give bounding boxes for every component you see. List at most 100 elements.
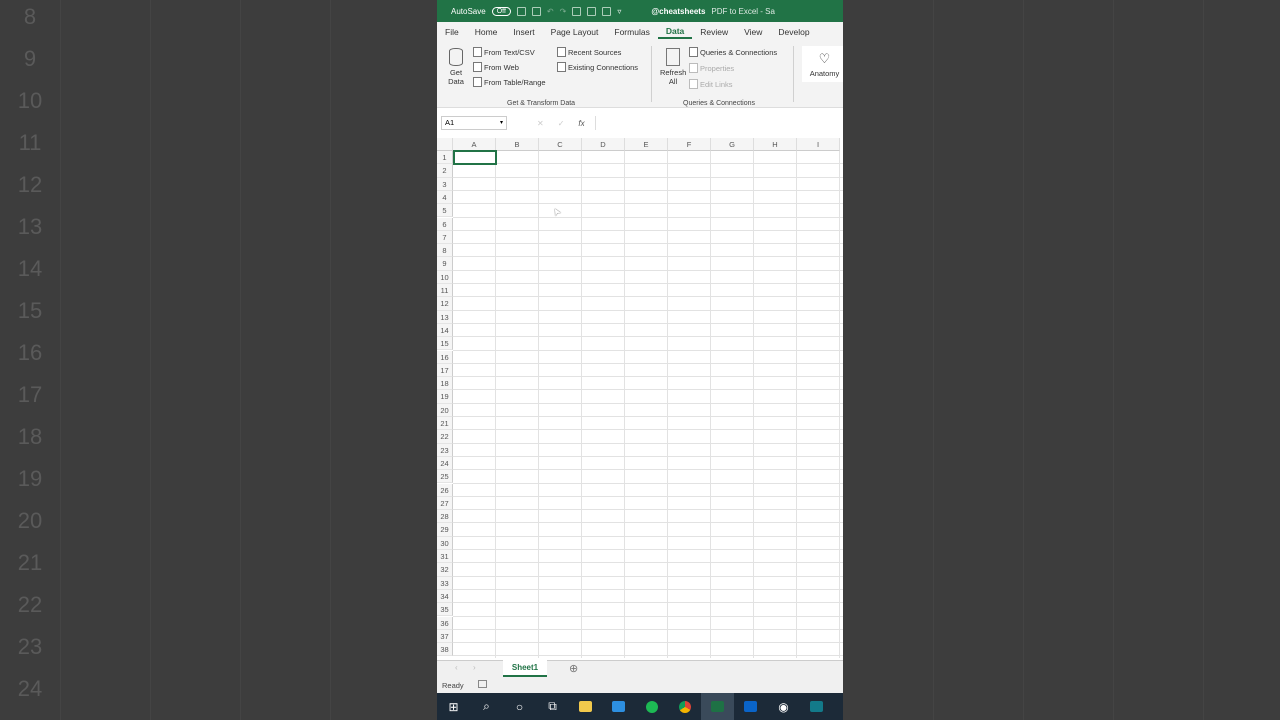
row-header-15[interactable]: 15 [437, 337, 453, 351]
row-header-22[interactable]: 22 [437, 430, 453, 444]
queries-connections-button[interactable]: Queries & Connections [689, 47, 777, 57]
row-header-7[interactable]: 7 [437, 230, 453, 245]
column-header-G[interactable]: G [711, 138, 754, 151]
redo-icon[interactable]: ↷ [560, 7, 567, 16]
row-header-8[interactable]: 8 [437, 244, 453, 258]
row-header-23[interactable]: 23 [437, 443, 453, 457]
row-header-27[interactable]: 27 [437, 496, 453, 511]
row-header-31[interactable]: 31 [437, 550, 453, 564]
row-header-14[interactable]: 14 [437, 323, 453, 338]
row-header-34[interactable]: 34 [437, 589, 453, 604]
row-header-16[interactable]: 16 [437, 350, 453, 364]
save-icon[interactable] [516, 6, 526, 16]
row-header-36[interactable]: 36 [437, 616, 453, 630]
column-header-I[interactable]: I [797, 138, 840, 151]
row-header-21[interactable]: 21 [437, 417, 453, 431]
pdf-icon[interactable] [587, 6, 597, 16]
row-header-6[interactable]: 6 [437, 217, 453, 231]
new-file-icon[interactable] [572, 6, 582, 16]
open-folder-icon[interactable] [602, 6, 612, 16]
tab-formulas[interactable]: Formulas [606, 27, 657, 37]
accessibility-icon[interactable] [477, 680, 487, 688]
enter-icon[interactable]: ✓ [558, 119, 565, 128]
edit-links-button[interactable]: Edit Links [689, 79, 733, 89]
row-header-12[interactable]: 12 [437, 297, 453, 311]
row-header-13[interactable]: 13 [437, 310, 453, 324]
insert-function-icon[interactable]: fx [578, 119, 584, 128]
scroll-left-icon[interactable]: ‹ [455, 663, 458, 672]
column-header-D[interactable]: D [582, 138, 625, 151]
tab-data[interactable]: Data [657, 26, 693, 39]
mail-icon[interactable] [602, 693, 635, 720]
row-header-10[interactable]: 10 [437, 270, 453, 284]
row-header-5[interactable]: 5 [437, 204, 453, 218]
row-header-32[interactable]: 32 [437, 563, 453, 577]
selected-cell-a1[interactable] [453, 150, 497, 166]
row-header-19[interactable]: 19 [437, 390, 453, 404]
existing-connections-button[interactable]: Existing Connections [557, 62, 638, 72]
row-header-29[interactable]: 29 [437, 523, 453, 537]
cortana-icon[interactable]: ○ [503, 693, 536, 720]
add-sheet-icon[interactable]: ⊕ [569, 662, 578, 675]
outlook-icon[interactable] [734, 693, 767, 720]
row-header-30[interactable]: 30 [437, 536, 453, 550]
row-header-2[interactable]: 2 [437, 164, 453, 178]
app-icon[interactable] [800, 693, 833, 720]
row-header-11[interactable]: 11 [437, 284, 453, 298]
row-header-33[interactable]: 33 [437, 576, 453, 590]
tab-insert[interactable]: Insert [505, 27, 542, 37]
tab-page-layout[interactable]: Page Layout [543, 27, 607, 37]
row-header-3[interactable]: 3 [437, 177, 453, 191]
sheet-tab-sheet1[interactable]: Sheet1 [503, 660, 547, 677]
from-text-csv-button[interactable]: From Text/CSV [473, 47, 535, 57]
column-header-E[interactable]: E [625, 138, 668, 151]
column-header-B[interactable]: B [496, 138, 539, 151]
row-header-28[interactable]: 28 [437, 510, 453, 524]
row-header-26[interactable]: 26 [437, 483, 453, 497]
column-header-H[interactable]: H [754, 138, 797, 151]
get-data-button[interactable]: Get Data [447, 48, 465, 86]
row-header-18[interactable]: 18 [437, 377, 453, 391]
tab-file[interactable]: File [437, 27, 467, 37]
select-all-corner[interactable] [437, 138, 453, 151]
cancel-icon[interactable]: ✕ [537, 119, 544, 128]
obs-icon[interactable]: ◉ [767, 693, 800, 720]
task-view-icon[interactable]: ⧉ [536, 693, 569, 720]
row-header-38[interactable]: 38 [437, 643, 453, 657]
formula-input[interactable] [594, 116, 843, 130]
from-table-button[interactable]: From Table/Range [473, 77, 546, 87]
tab-develop[interactable]: Develop [770, 27, 817, 37]
properties-button[interactable]: Properties [689, 63, 734, 73]
row-header-25[interactable]: 25 [437, 470, 453, 484]
name-box[interactable]: A1 ▾ [441, 116, 507, 130]
row-header-37[interactable]: 37 [437, 629, 453, 644]
row-header-9[interactable]: 9 [437, 257, 453, 271]
refresh-all-button[interactable]: Refresh All [657, 48, 689, 86]
row-header-17[interactable]: 17 [437, 363, 453, 378]
row-header-24[interactable]: 24 [437, 456, 453, 471]
excel-taskbar-icon[interactable] [701, 693, 734, 720]
row-header-35[interactable]: 35 [437, 603, 453, 617]
anatomy-button[interactable]: ♡ Anatomy [802, 46, 843, 82]
row-header-4[interactable]: 4 [437, 190, 453, 205]
row-header-20[interactable]: 20 [437, 403, 453, 417]
row-header-1[interactable]: 1 [437, 151, 453, 165]
undo-icon[interactable]: ↶ [547, 7, 554, 16]
autosave-toggle[interactable]: Off [491, 6, 511, 16]
file-explorer-icon[interactable] [569, 693, 602, 720]
tab-home[interactable]: Home [467, 27, 506, 37]
windows-start-icon[interactable]: ⊞ [437, 693, 470, 720]
tab-review[interactable]: Review [692, 27, 736, 37]
from-web-button[interactable]: From Web [473, 62, 519, 72]
tab-view[interactable]: View [736, 27, 770, 37]
recent-sources-button[interactable]: Recent Sources [557, 47, 621, 57]
search-icon[interactable]: ⌕ [470, 693, 503, 720]
worksheet-grid[interactable]: A B C D E F G H I 1 2 3 4 5 6 7 8 9 10 11 12 13 14 15 16 17 18 19 20… [437, 138, 843, 658]
column-header-C[interactable]: C [539, 138, 582, 151]
save-as-icon[interactable] [531, 6, 541, 16]
spotify-icon[interactable] [635, 693, 668, 720]
column-header-F[interactable]: F [668, 138, 711, 151]
customize-qat-icon[interactable]: ▿ [617, 7, 621, 16]
chrome-icon[interactable] [668, 693, 701, 720]
scroll-right-icon[interactable]: › [473, 663, 476, 672]
